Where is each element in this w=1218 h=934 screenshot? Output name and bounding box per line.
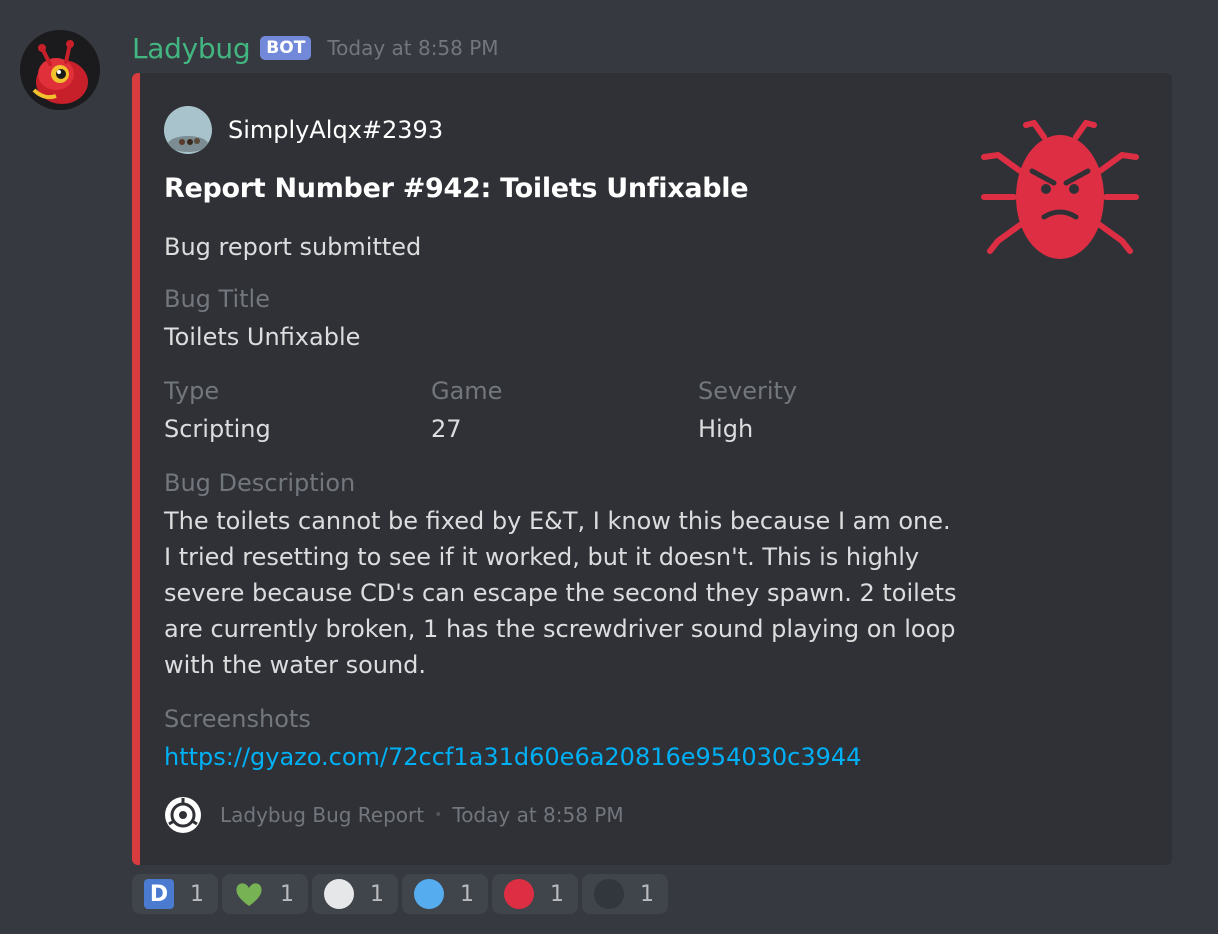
reaction-count: 1 [280, 881, 294, 907]
field-name: Bug Description [164, 469, 356, 497]
white-circle-icon [324, 879, 354, 909]
field-value: The toilets cannot be fixed by E&T, I kn… [164, 507, 957, 679]
black-circle-icon [594, 879, 624, 909]
embed-title: Report Number #942: Toilets Unfixable [164, 173, 749, 204]
reaction-red-circle[interactable]: 1 [492, 874, 578, 914]
footer-timestamp: Today at 8:58 PM [452, 803, 624, 827]
reaction-green-heart[interactable]: 1 [222, 874, 308, 914]
bot-tag-badge: BOT [260, 36, 312, 60]
reaction-count: 1 [550, 881, 564, 907]
reaction-count: 1 [370, 881, 384, 907]
field-value: High [698, 415, 754, 443]
reaction-blue-circle[interactable]: 1 [402, 874, 488, 914]
letter-d-icon: D [144, 879, 174, 909]
author-avatar[interactable] [164, 106, 212, 154]
field-value: Toilets Unfixable [164, 323, 361, 351]
reaction-count: 1 [460, 881, 474, 907]
field-name: Type [164, 377, 220, 405]
red-circle-icon [504, 879, 534, 909]
green-heart-icon [236, 883, 262, 906]
reaction-count: 1 [640, 881, 654, 907]
reaction-count: 1 [190, 881, 204, 907]
embed-accent-bar [132, 73, 140, 865]
reaction-black-circle[interactable]: 1 [582, 874, 668, 914]
embed-card: SimplyAlqx#2393 Report Number #942: Toil… [132, 73, 1172, 865]
field-screenshots: Screenshots https://gyazo.com/72ccf1a31d… [164, 705, 861, 771]
embed-description: Bug report submitted [164, 233, 422, 261]
field-bug-title: Bug Title Toilets Unfixable [164, 285, 360, 351]
field-name: Bug Title [164, 285, 270, 313]
ladybug-avatar-icon [20, 30, 100, 110]
message-header: Ladybug BOT Today at 8:58 PM [132, 30, 499, 66]
reaction-white-circle[interactable]: 1 [312, 874, 398, 914]
message-timestamp: Today at 8:58 PM [327, 36, 499, 60]
field-name: Severity [698, 377, 798, 405]
bot-avatar[interactable] [20, 30, 100, 110]
reaction-letter-d[interactable]: D 1 [132, 874, 218, 914]
field-value: 27 [431, 415, 462, 443]
field-name: Game [431, 377, 503, 405]
field-severity: Severity High [698, 377, 797, 443]
field-game: Game 27 [431, 377, 502, 443]
embed-author-name[interactable]: SimplyAlqx#2393 [228, 116, 443, 144]
footer-text: Ladybug Bug Report [220, 803, 425, 827]
author-avatar-icon [164, 106, 212, 154]
embed-footer: Ladybug Bug Report • Today at 8:58 PM [164, 795, 624, 835]
footer-separator: • [434, 807, 443, 823]
scp-logo-icon [165, 797, 201, 833]
blue-circle-icon [414, 879, 444, 909]
field-name: Screenshots [164, 705, 311, 733]
screenshot-link[interactable]: https://gyazo.com/72ccf1a31d60e6a20816e9… [164, 743, 861, 771]
field-value: Scripting [164, 415, 271, 443]
field-bug-description: Bug Description The toilets cannot be fi… [164, 469, 964, 683]
angry-bug-icon [981, 119, 1139, 259]
bot-username[interactable]: Ladybug [132, 32, 251, 65]
reactions-bar: D 1 1 1 1 1 1 [132, 874, 668, 914]
field-type: Type Scripting [164, 377, 271, 443]
embed-author: SimplyAlqx#2393 [164, 105, 443, 155]
